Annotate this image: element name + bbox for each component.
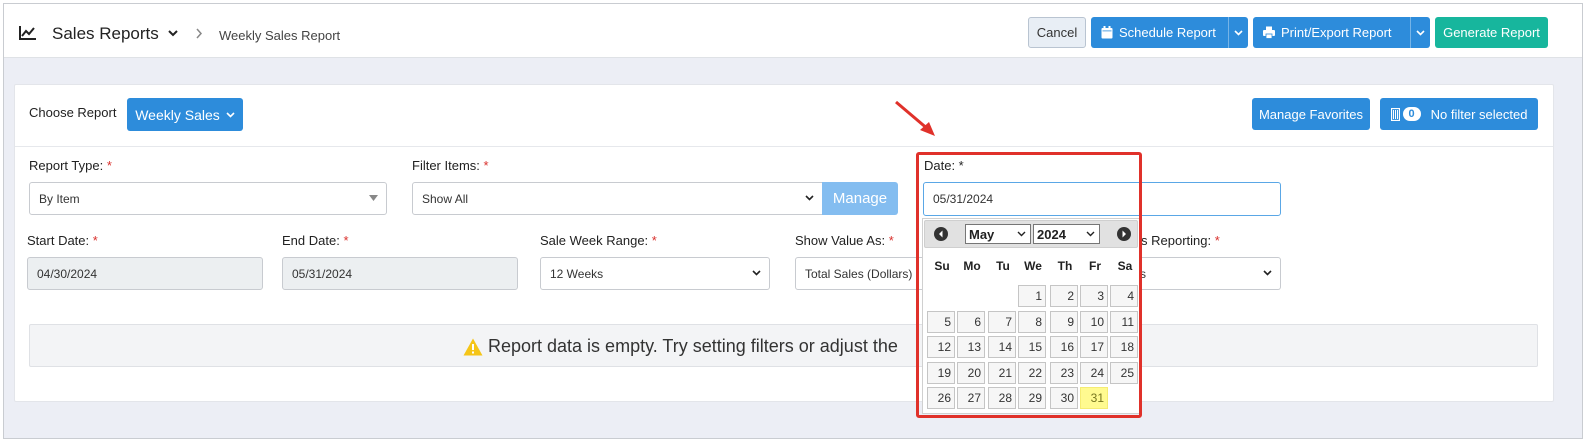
start-date-value: 04/30/2024 xyxy=(37,266,98,281)
filter-items-value: Show All xyxy=(422,191,469,206)
reporting-select[interactable]: s xyxy=(1130,257,1281,290)
reporting-label: s Reporting: * xyxy=(1141,233,1220,248)
divider xyxy=(15,146,1553,147)
calendar-icon xyxy=(1101,26,1113,39)
filter-icon xyxy=(1390,107,1400,121)
chevron-down-icon xyxy=(1416,29,1425,36)
cancel-label: Cancel xyxy=(1036,25,1078,40)
report-type-value: By Item xyxy=(39,191,80,206)
manage-favorites-label: Manage Favorites xyxy=(1258,106,1364,122)
annotation-highlight-box xyxy=(916,152,1142,418)
print-export-button[interactable]: Print/Export Report xyxy=(1253,17,1430,48)
breadcrumb: Weekly Sales Report xyxy=(219,28,341,43)
empty-state-text: Report data is empty. Try setting filter… xyxy=(488,336,898,356)
chevron-down-icon xyxy=(805,195,814,201)
show-value-as-label: Show Value As: * xyxy=(795,233,894,248)
filter-items-label: Filter Items: * xyxy=(412,158,489,173)
printer-icon xyxy=(1263,26,1275,39)
report-select-label: Weekly Sales xyxy=(135,106,220,123)
filter-status-label: No filter selected xyxy=(1430,106,1528,122)
sale-week-range-select[interactable]: 12 Weeks xyxy=(540,257,770,290)
chart-line-icon xyxy=(19,26,36,40)
manage-label: Manage xyxy=(832,190,888,207)
start-date-label: Start Date: * xyxy=(27,233,98,248)
schedule-dropdown-toggle[interactable] xyxy=(1228,17,1248,48)
show-value-as-value: Total Sales (Dollars) xyxy=(805,266,913,281)
generate-report-button[interactable]: Generate Report xyxy=(1435,17,1548,48)
chevron-down-icon xyxy=(1234,29,1243,36)
chevron-down-icon xyxy=(752,270,761,276)
end-date-field: 05/31/2024 xyxy=(282,257,518,290)
chevron-down-icon xyxy=(226,111,235,118)
report-type-select[interactable]: By Item xyxy=(29,182,387,215)
page-title[interactable]: Sales Reports xyxy=(52,24,159,44)
schedule-label: Schedule Report xyxy=(1119,25,1216,40)
empty-state-message: Report data is empty. Try setting filter… xyxy=(463,336,898,357)
report-select-button[interactable]: Weekly Sales xyxy=(127,98,243,131)
report-type-label: Report Type: * xyxy=(29,158,112,173)
filter-items-select[interactable]: Show All xyxy=(412,182,823,215)
sale-week-range-value: 12 Weeks xyxy=(550,266,604,281)
annotation-arrow-icon xyxy=(895,100,935,136)
chevron-down-icon[interactable] xyxy=(168,30,178,37)
caret-down-icon xyxy=(369,195,378,201)
print-dropdown-toggle[interactable] xyxy=(1410,17,1430,48)
end-date-label: End Date: * xyxy=(282,233,349,248)
schedule-report-button[interactable]: Schedule Report xyxy=(1091,17,1248,48)
manage-favorites-button[interactable]: Manage Favorites xyxy=(1252,98,1370,130)
manage-button[interactable]: Manage xyxy=(822,182,898,215)
cancel-button[interactable]: Cancel xyxy=(1028,17,1086,48)
generate-label: Generate Report xyxy=(1443,25,1540,40)
end-date-value: 05/31/2024 xyxy=(292,266,353,281)
chevron-right-icon xyxy=(196,28,203,39)
sale-week-range-label: Sale Week Range: * xyxy=(540,233,657,248)
filter-count-badge: 0 xyxy=(1402,107,1421,121)
warning-icon xyxy=(463,338,483,355)
start-date-field: 04/30/2024 xyxy=(27,257,263,290)
chevron-down-icon xyxy=(1263,270,1272,276)
filter-status-button[interactable]: 0 No filter selected xyxy=(1380,98,1538,130)
show-value-as-select[interactable]: Total Sales (Dollars) xyxy=(795,257,935,290)
print-label: Print/Export Report xyxy=(1281,25,1392,40)
choose-report-label: Choose Report xyxy=(29,105,117,120)
